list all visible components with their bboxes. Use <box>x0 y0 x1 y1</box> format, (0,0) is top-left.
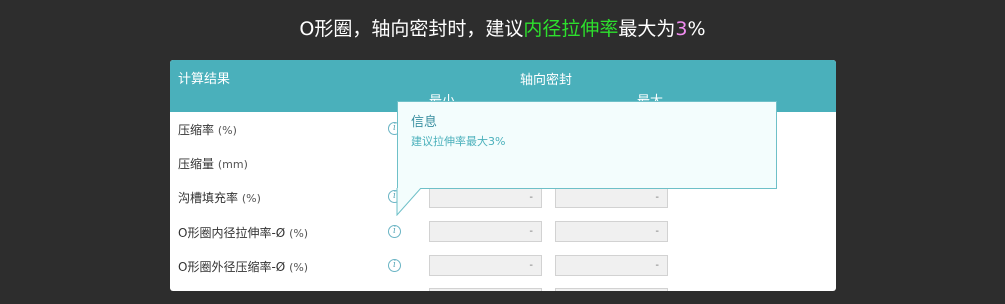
headline-prefix: O形圈，轴向密封时，建议 <box>299 18 524 40</box>
headline-suffix: % <box>687 18 706 40</box>
tooltip-title: 信息 <box>411 115 438 130</box>
info-icon[interactable]: i <box>388 225 401 238</box>
row-label-compression-rate: 压缩率 (%) <box>178 123 237 137</box>
next-row-min-value <box>429 288 542 291</box>
info-tooltip: 信息 建议拉伸率最大3% <box>397 101 777 189</box>
next-row-max-value <box>555 288 668 291</box>
row-label-compression-amount: 压缩量 (mm) <box>178 157 248 171</box>
groove-fill-min-value: - <box>429 187 542 208</box>
row-label-inner-stretch: O形圈内径拉伸率-Ø (%) <box>178 226 309 240</box>
inner-stretch-min-value: - <box>429 221 542 242</box>
inner-stretch-max-value: - <box>555 221 668 242</box>
headline-middle: 最大为 <box>618 18 676 40</box>
row-label-groove-fill: 沟槽填充率 (%) <box>178 191 261 205</box>
tooltip-body: 建议拉伸率最大3% <box>411 135 506 148</box>
headline-highlight: 内径拉伸率 <box>523 18 619 40</box>
axial-seal-label: 轴向密封 <box>520 73 573 88</box>
groove-fill-max-value: - <box>555 187 668 208</box>
row-label-outer-compression: O形圈外径压缩率-Ø (%) <box>178 260 309 274</box>
page-headline: O形圈，轴向密封时，建议内径拉伸率最大为3% <box>0 14 1005 41</box>
outer-compression-min-value: - <box>429 255 542 276</box>
outer-compression-max-value: - <box>555 255 668 276</box>
info-icon[interactable]: i <box>388 259 401 272</box>
tooltip-arrow <box>396 188 422 216</box>
headline-value: 3 <box>675 18 688 40</box>
results-title: 计算结果 <box>178 72 231 87</box>
